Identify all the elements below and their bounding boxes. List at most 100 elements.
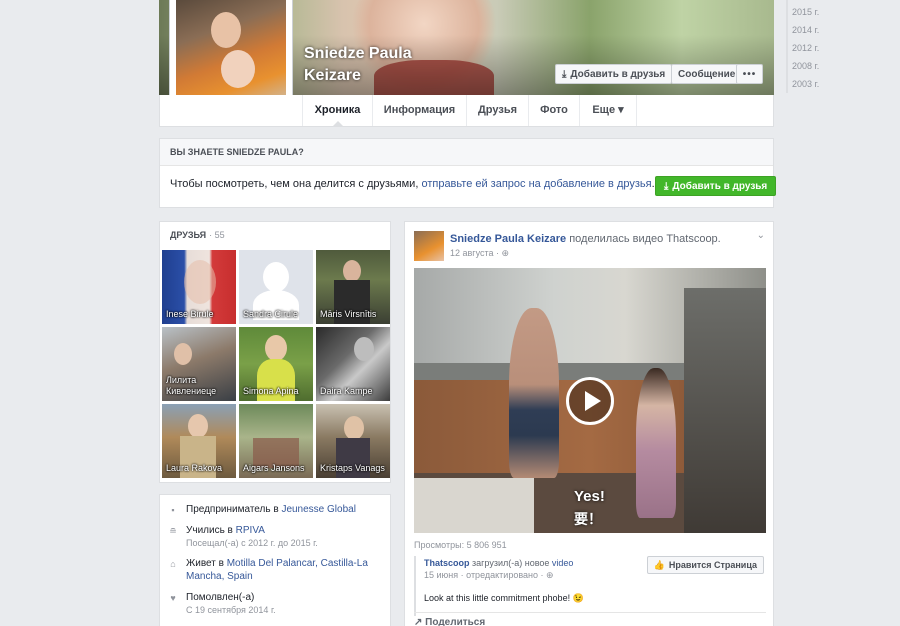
year-link[interactable]: 2012 г.	[792, 39, 846, 57]
thumbs-up-icon: 👍	[653, 559, 665, 570]
chevron-down-icon[interactable]: ⌄	[757, 230, 765, 241]
shared-page-link[interactable]: Thatscoop	[424, 558, 470, 568]
friends-count: · 55	[209, 230, 225, 240]
video-scene-girl	[636, 368, 676, 518]
timeline-years-nav: 2015 г. 2014 г. 2012 г. 2008 г. 2003 г.	[786, 0, 846, 93]
friend-photo	[265, 335, 287, 361]
add-friend-button[interactable]: ⤓ Добавить в друзья	[555, 64, 673, 84]
friends-grid: Inese Birule Sandra Cirule Māris Virsnīt…	[162, 250, 390, 478]
friend-tile[interactable]: Aigars Jansons	[239, 404, 313, 478]
share-label: Поделиться	[425, 617, 486, 626]
heart-icon: ♥	[170, 593, 176, 603]
intro-box: ▪ Предприниматель в Jeunesse Global ≘ Уч…	[159, 494, 391, 626]
year-link[interactable]: 2003 г.	[792, 75, 846, 93]
year-link[interactable]: 2015 г.	[792, 3, 846, 21]
friend-tile[interactable]: Simona Apina	[239, 327, 313, 401]
friend-name: Inese Birule	[166, 309, 214, 319]
graduation-cap-icon: ≘	[169, 526, 177, 536]
do-you-know-text-before: Чтобы посмотреть, чем она делится с друз…	[170, 178, 422, 190]
post-author-avatar[interactable]	[414, 231, 444, 261]
play-icon[interactable]	[566, 377, 614, 425]
profile-name-line1: Sniedze Paula	[304, 45, 412, 62]
tab-more[interactable]: Еще ▾	[579, 95, 637, 126]
friend-name: Simona Apina	[243, 386, 299, 396]
video-views: Просмотры: 5 806 951	[414, 540, 507, 550]
friend-name: Māris Virsnītis	[320, 309, 377, 319]
post-divider	[414, 612, 766, 613]
share-arrow-icon: ↗	[414, 617, 423, 626]
friend-photo	[174, 343, 192, 365]
video-scene-table	[414, 478, 534, 533]
friend-name: Laura Rakova	[166, 463, 223, 473]
video-subtitle-en: Yes!	[574, 488, 605, 505]
home-icon: ⌂	[170, 559, 176, 569]
friend-tile[interactable]: Sandra Cirule	[239, 250, 313, 324]
profile-picture-mother-face	[211, 12, 241, 48]
tab-about[interactable]: Информация	[372, 95, 466, 126]
shared-video-link[interactable]: video	[552, 558, 574, 568]
friend-photo	[188, 414, 208, 438]
friends-header[interactable]: ДРУЗЬЯ · 55	[160, 222, 390, 249]
year-link[interactable]: 2014 г.	[792, 21, 846, 39]
school-link[interactable]: RPIVA	[236, 525, 265, 536]
friends-title: ДРУЗЬЯ	[170, 230, 207, 240]
shared-action: загрузил(-а) новое	[469, 558, 552, 568]
post-header: Sniedze Paula Keizare поделилась видео T…	[450, 233, 721, 245]
friend-tile[interactable]: Inese Birule	[162, 250, 236, 324]
add-friend-label: Добавить в друзья	[570, 68, 666, 80]
add-friend-icon: ⤓	[562, 68, 567, 80]
like-page-label: Нравится Страница	[668, 560, 757, 570]
intro-lives-in: ⌂ Живет в Motilla Del Palancar, Castilla…	[168, 557, 386, 583]
friend-photo	[354, 337, 374, 361]
profile-tab-bar: Хроника Информация Друзья Фото Еще ▾	[159, 95, 774, 127]
add-friend-icon: ⤓	[664, 180, 669, 192]
friend-name: Aigars Jansons	[243, 463, 305, 473]
message-button[interactable]: Сообщение	[671, 64, 743, 84]
do-you-know-title: ВЫ ЗНАЕТЕ SNIEDZE PAULA?	[160, 139, 773, 166]
friend-name: Sandra Cirule	[243, 309, 299, 319]
like-page-button[interactable]: 👍 Нравится Страница	[646, 556, 764, 574]
more-options-button[interactable]: •••	[736, 64, 763, 84]
send-request-link[interactable]: отправьте ей запрос на добавление в друз…	[421, 178, 651, 190]
profile-name[interactable]: Sniedze Paula Keizare	[304, 43, 412, 87]
friend-tile[interactable]: Daira Kampe	[316, 327, 390, 401]
friend-tile[interactable]: Laura Rakova	[162, 404, 236, 478]
post-author-link[interactable]: Sniedze Paula Keizare	[450, 233, 566, 245]
friend-name: Лилита Кивлениеце	[166, 375, 217, 396]
briefcase-icon: ▪	[171, 505, 175, 515]
tab-timeline[interactable]: Хроника	[302, 95, 372, 126]
post-timestamp[interactable]: 12 августа · ⊕	[450, 248, 509, 259]
year-link[interactable]: 2008 г.	[792, 57, 846, 75]
do-you-know-box: ВЫ ЗНАЕТЕ SNIEDZE PAULA? Чтобы посмотрет…	[159, 138, 774, 208]
friend-photo	[184, 260, 216, 304]
add-friend-green-button[interactable]: ⤓ Добавить в друзья	[655, 176, 777, 196]
tab-friends[interactable]: Друзья	[466, 95, 528, 126]
intro-relationship: ♥ Помолвлен(-а) С 19 сентября 2014 г.	[168, 591, 276, 617]
friend-tile[interactable]: Лилита Кивлениеце	[162, 327, 236, 401]
do-you-know-text: Чтобы посмотреть, чем она делится с друз…	[170, 178, 655, 190]
friend-name: Daira Kampe	[320, 386, 373, 396]
intro-study-dates: Посещал(-а) с 2012 г. до 2015 г.	[186, 538, 318, 548]
friend-name: Kristaps Vanags	[320, 463, 385, 473]
intro-study-prefix: Учились в	[186, 525, 236, 536]
shared-text: Look at this little commitment phobe! 😉	[424, 593, 584, 603]
intro-engaged: Помолвлен(-а)	[186, 592, 255, 603]
friend-tile[interactable]: Māris Virsnītis	[316, 250, 390, 324]
work-link[interactable]: Jeunesse Global	[281, 504, 356, 515]
intro-lives-prefix: Живет в	[186, 558, 227, 569]
add-friend-green-label: Добавить в друзья	[672, 180, 768, 192]
tab-photos[interactable]: Фото	[528, 95, 579, 126]
intro-work: ▪ Предприниматель в Jeunesse Global	[168, 503, 356, 516]
friend-photo	[344, 416, 364, 440]
profile-picture-baby-face	[221, 50, 255, 88]
video-scene-fridge	[684, 288, 766, 533]
post-action: поделилась видео Thatscoop.	[566, 233, 721, 245]
video-scene-boy	[509, 308, 559, 478]
friends-box: ДРУЗЬЯ · 55 Inese Birule Sandra Cirule Mā…	[159, 221, 391, 483]
intro-work-prefix: Предприниматель в	[186, 504, 282, 515]
share-button[interactable]: ↗ Поделиться	[414, 617, 485, 626]
intro-engaged-date: С 19 сентября 2014 г.	[186, 605, 276, 615]
friend-photo	[343, 260, 361, 282]
friend-tile[interactable]: Kristaps Vanags	[316, 404, 390, 478]
video-player[interactable]: Yes! 要！	[414, 268, 766, 533]
